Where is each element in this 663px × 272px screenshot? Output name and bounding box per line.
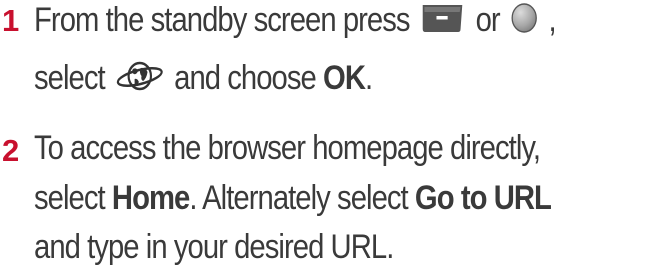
step-number: 2 (2, 133, 19, 168)
step-text: . (365, 59, 373, 97)
step-2-line-1: To access the browser homepage directly, (34, 128, 541, 168)
step-text: select (34, 179, 106, 217)
go-to-url-label: Go to URL (414, 179, 552, 217)
step-1-line-1: From the standby screen press or , (34, 0, 557, 43)
soft-key-button-icon (420, 2, 465, 42)
step-text: , (548, 1, 556, 39)
step-text: From the standby screen press (34, 1, 411, 39)
step-text: To access the browser homepage directly, (34, 129, 541, 167)
browser-globe-icon (115, 59, 163, 102)
ok-label: OK (323, 59, 366, 97)
round-button-icon (510, 2, 538, 43)
instruction-document: 1 From the standby screen press or , sel… (0, 0, 663, 272)
step-number: 1 (2, 3, 19, 38)
step-2-line-2: select Home. Alternately select Go to UR… (34, 178, 552, 218)
step-text: and type in your desired URL. (34, 228, 394, 266)
step-text: and choose (174, 59, 317, 97)
step-text: . Alternately select (189, 179, 408, 217)
home-label: Home (111, 179, 190, 217)
step-2-line-3: and type in your desired URL. (34, 227, 394, 267)
step-1-line-2: select and choose OK. (34, 58, 373, 102)
step-text: select (34, 59, 106, 97)
step-text: or (475, 1, 501, 39)
